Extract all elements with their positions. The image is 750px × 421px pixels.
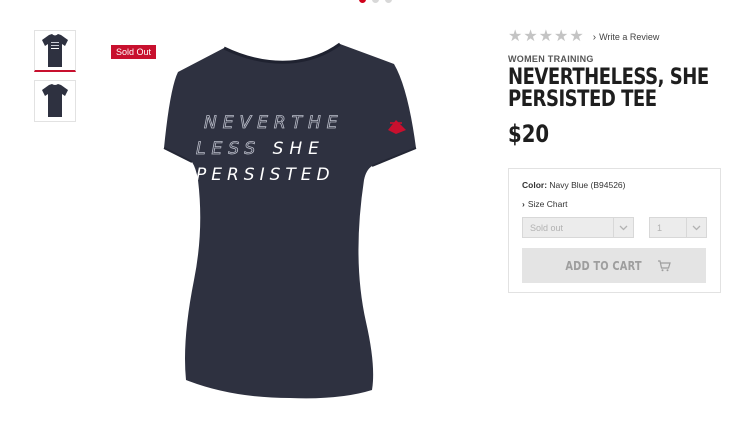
- chevron-right-icon: ›: [592, 31, 597, 43]
- size-select-value: Sold out: [530, 222, 564, 233]
- product-category: WOMEN TRAINING: [508, 54, 594, 64]
- carousel-dots: [0, 0, 750, 3]
- thumbnail-front[interactable]: [34, 30, 76, 72]
- write-review-label: Write a Review: [599, 31, 660, 42]
- select-row: Sold out 1: [522, 217, 707, 238]
- color-row: Color: Navy Blue (B94526): [522, 180, 707, 190]
- chevron-right-icon: ›: [522, 199, 525, 209]
- tshirt-shape: [164, 44, 416, 399]
- shirt-text-line2-outline: LESS: [196, 139, 261, 159]
- rating-row: ★★★★★ › Write a Review: [508, 28, 723, 45]
- add-to-cart-label: ADD TO CART: [565, 258, 642, 273]
- tshirt-back-thumbnail-icon: [42, 84, 68, 117]
- carousel-dot-2[interactable]: [371, 0, 379, 3]
- carousel-dot-3[interactable]: [384, 0, 392, 3]
- write-review-link[interactable]: › Write a Review: [593, 30, 660, 45]
- size-select[interactable]: Sold out: [522, 217, 634, 238]
- color-value: Navy Blue (B94526): [549, 180, 626, 190]
- chevron-down-icon: [686, 218, 706, 237]
- quantity-select-value: 1: [657, 222, 663, 233]
- cart-icon: [658, 259, 671, 271]
- size-chart-label: Size Chart: [527, 199, 568, 209]
- product-info: ★★★★★ › Write a Review WOMEN TRAINING NEV…: [508, 28, 723, 148]
- add-to-cart-button[interactable]: ADD TO CART: [522, 248, 706, 283]
- shirt-text-line1: NEVERTHE: [204, 113, 344, 133]
- quantity-select[interactable]: 1: [649, 217, 707, 238]
- carousel-dot-1[interactable]: [358, 0, 366, 3]
- size-chart-link[interactable]: › Size Chart: [522, 199, 707, 209]
- thumbnail-list: [34, 30, 76, 130]
- chevron-down-icon: [613, 218, 633, 237]
- purchase-panel: Color: Navy Blue (B94526) › Size Chart So…: [508, 168, 721, 293]
- product-price: $20: [508, 120, 550, 148]
- shirt-text-line3: PERSISTED: [196, 165, 335, 185]
- svg-text:LESS SHE: LESS SHE: [196, 139, 325, 159]
- tshirt-thumbnail-icon: [42, 33, 68, 67]
- product-image: NEVERTHE LESS SHE PERSISTED: [163, 42, 417, 399]
- rating-stars-icon: ★★★★★: [508, 28, 585, 45]
- shirt-text-line2-solid: SHE: [273, 139, 325, 159]
- thumbnail-back[interactable]: [34, 80, 76, 122]
- product-title: NEVERTHELESS, SHE PERSISTED TEE: [508, 65, 709, 112]
- color-label: Color:: [522, 180, 548, 190]
